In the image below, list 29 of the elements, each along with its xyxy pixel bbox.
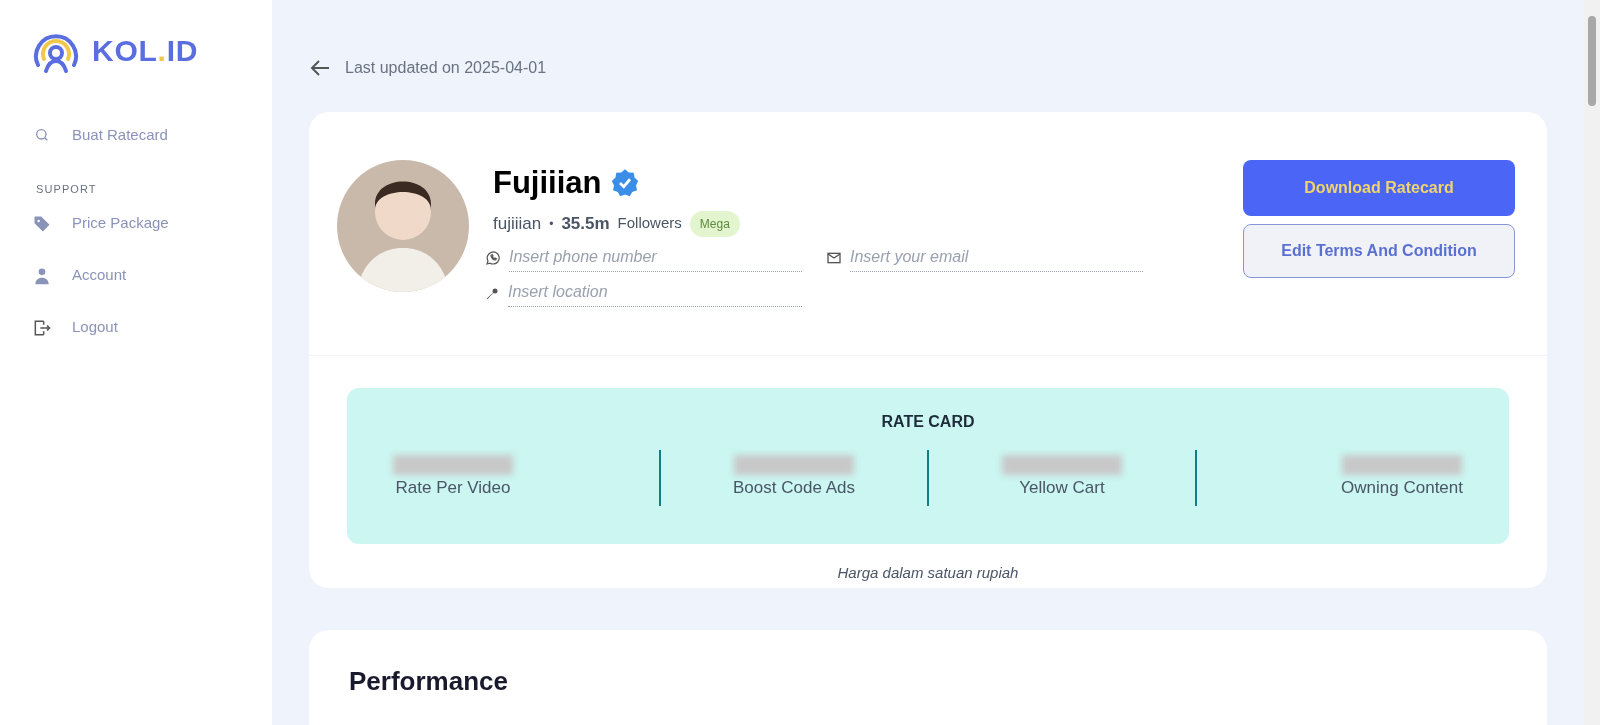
input-field[interactable]: Insert location — [508, 279, 802, 307]
rate-label: Owning Content — [1341, 476, 1463, 499]
scrollbar[interactable] — [1584, 0, 1600, 725]
rate-label: Boost Code Ads — [733, 476, 855, 499]
download-button[interactable]: Download Ratecard — [1243, 160, 1515, 216]
sidebar-item[interactable]: Buat Ratecard — [32, 121, 240, 149]
section-title: Performance — [349, 666, 508, 696]
logo-text: KOL.ID — [92, 33, 199, 69]
input-field[interactable]: Insert your email — [850, 244, 1143, 272]
followers-label: Followers — [617, 213, 682, 234]
search-icon — [34, 127, 50, 143]
currency-note: Harga dalam satuan rupiah — [837, 562, 1019, 583]
last-updated-text: Last updated on 2025-04-01 — [345, 58, 547, 78]
sidebar-item[interactable]: Logout — [32, 313, 240, 342]
rate-card-title: RATE CARD — [881, 411, 975, 432]
follower-count: 35.5m — [561, 212, 610, 235]
username: fujiiian — [493, 212, 542, 235]
whatsapp-icon — [485, 250, 501, 266]
sidebar-item[interactable]: Price Package — [32, 209, 240, 238]
rate-label: Rate Per Video — [395, 476, 511, 499]
tier-tag: Mega — [689, 210, 740, 237]
mail-icon — [826, 250, 842, 266]
profile-name: Fujiiian — [493, 164, 602, 202]
section-label: SUPPORT — [36, 182, 98, 197]
rate-label: Yellow Cart — [1019, 476, 1105, 499]
input-field[interactable]: Insert phone number — [509, 244, 802, 272]
edit-terms-button[interactable]: Edit Terms And Condition — [1243, 224, 1515, 278]
sidebar-item[interactable]: Account — [32, 261, 240, 290]
separator-dot: • — [549, 215, 554, 233]
